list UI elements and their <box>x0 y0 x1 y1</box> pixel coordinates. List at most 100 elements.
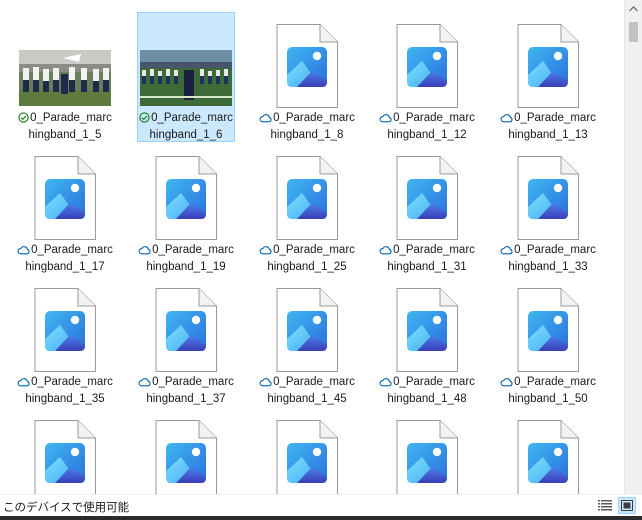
taskbar-strip <box>0 516 642 520</box>
scroll-thumb[interactable] <box>629 22 638 42</box>
thumbnail-area <box>138 17 234 115</box>
file-name-line2: hingband_1_45 <box>267 393 347 405</box>
file-item[interactable]: 0_Parade_marc hingband_1_31 <box>378 144 476 274</box>
file-item[interactable] <box>137 408 235 494</box>
file-item[interactable]: 0_Parade_marc hingband_1_6 <box>137 12 235 142</box>
image-file-icon <box>259 149 355 247</box>
file-item[interactable]: 0_Parade_marc hingband_1_12 <box>378 12 476 142</box>
file-item[interactable]: 0_Parade_marc hingband_1_48 <box>378 276 476 406</box>
file-item[interactable]: 0_Parade_marc hingband_1_13 <box>499 12 597 142</box>
scroll-up-button[interactable] <box>625 0 642 17</box>
cloud-icon <box>138 245 151 260</box>
file-name-line2: hingband_1_25 <box>267 261 347 273</box>
cloud-icon <box>259 377 272 392</box>
file-item[interactable] <box>258 408 356 494</box>
cloud-icon <box>500 377 513 392</box>
file-name: 0_Parade_marc hingband_1_48 <box>379 375 475 407</box>
cloud-icon <box>17 245 30 260</box>
file-item[interactable]: 0_Parade_marc hingband_1_37 <box>137 276 235 406</box>
cloud-icon <box>259 113 272 128</box>
file-name: 0_Parade_marc hingband_1_19 <box>138 243 234 275</box>
details-view-button[interactable] <box>596 497 614 514</box>
file-name-line2: hingband_1_33 <box>508 261 588 273</box>
image-file-icon <box>259 281 355 379</box>
image-file-icon <box>379 17 475 115</box>
file-item[interactable]: 0_Parade_marc hingband_1_8 <box>258 12 356 142</box>
file-name-text: 0_Parade_marc <box>514 376 596 388</box>
file-name-line2: hingband_1_50 <box>508 393 588 405</box>
file-view: 0_Parade_marc hingband_1_5 0_Parade_marc hi… <box>0 0 624 494</box>
file-name-text: 0_Parade_marc <box>273 112 355 124</box>
large-icons-view-icon <box>621 500 633 511</box>
chevron-up-icon <box>629 5 638 11</box>
file-name: 0_Parade_marc hingband_1_33 <box>500 243 596 275</box>
cloud-icon <box>379 113 392 128</box>
file-item[interactable] <box>16 408 114 494</box>
image-file-icon <box>259 17 355 115</box>
image-thumbnail <box>19 50 111 106</box>
image-file-icon <box>17 413 113 494</box>
status-bar: このデバイスで使用可能 <box>0 494 642 516</box>
file-name-line1: 0_Parade_marc <box>259 111 355 128</box>
file-name-line2: hingband_1_8 <box>270 129 344 141</box>
file-name-line1: 0_Parade_marc <box>500 375 596 392</box>
file-item[interactable]: 0_Parade_marc hingband_1_5 <box>16 12 114 142</box>
file-item[interactable] <box>499 408 597 494</box>
file-name-text: 0_Parade_marc <box>152 244 234 256</box>
file-item[interactable]: 0_Parade_marc hingband_1_25 <box>258 144 356 274</box>
file-item[interactable]: 0_Parade_marc hingband_1_50 <box>499 276 597 406</box>
file-name-line1: 0_Parade_marc <box>500 243 596 260</box>
file-item[interactable] <box>378 408 476 494</box>
file-name: 0_Parade_marc hingband_1_45 <box>259 375 355 407</box>
file-name-text: 0_Parade_marc <box>31 376 113 388</box>
file-name: 0_Parade_marc hingband_1_31 <box>379 243 475 275</box>
file-name-text: 0_Parade_marc <box>152 376 234 388</box>
large-icons-view-button[interactable] <box>618 497 636 514</box>
availability-status: このデバイスで使用可能 <box>3 502 130 514</box>
file-name-line2: hingband_1_19 <box>146 261 226 273</box>
cloud-icon <box>259 245 272 260</box>
file-name: 0_Parade_marc hingband_1_8 <box>259 111 355 143</box>
synced-check-icon <box>18 112 29 128</box>
image-file-icon <box>138 281 234 379</box>
file-item[interactable]: 0_Parade_marc hingband_1_33 <box>499 144 597 274</box>
file-name-text: 0_Parade_marc <box>273 376 355 388</box>
file-name-line1: 0_Parade_marc <box>17 243 113 260</box>
file-item[interactable]: 0_Parade_marc hingband_1_19 <box>137 144 235 274</box>
file-name-line2: hingband_1_31 <box>387 261 467 273</box>
file-name-line1: 0_Parade_marc <box>138 375 234 392</box>
file-name: 0_Parade_marc hingband_1_50 <box>500 375 596 407</box>
cloud-icon <box>500 113 513 128</box>
cloud-icon <box>500 245 513 260</box>
file-item[interactable]: 0_Parade_marc hingband_1_45 <box>258 276 356 406</box>
file-name: 0_Parade_marc hingband_1_6 <box>138 111 234 143</box>
file-name: 0_Parade_marc hingband_1_35 <box>17 375 113 407</box>
file-name-text: 0_Parade_marc <box>151 112 233 124</box>
file-name-line2: hingband_1_17 <box>25 261 105 273</box>
image-thumbnail <box>140 50 232 106</box>
file-name-line1: 0_Parade_marc <box>138 111 234 128</box>
file-name: 0_Parade_marc hingband_1_12 <box>379 111 475 143</box>
cloud-icon <box>379 377 392 392</box>
file-name-line1: 0_Parade_marc <box>138 243 234 260</box>
image-file-icon <box>17 149 113 247</box>
file-name-text: 0_Parade_marc <box>393 244 475 256</box>
file-name-line1: 0_Parade_marc <box>17 111 113 128</box>
cloud-icon <box>17 377 30 392</box>
image-file-icon <box>500 281 596 379</box>
file-name-text: 0_Parade_marc <box>31 244 113 256</box>
file-name-text: 0_Parade_marc <box>393 112 475 124</box>
file-name: 0_Parade_marc hingband_1_13 <box>500 111 596 143</box>
file-name-text: 0_Parade_marc <box>393 376 475 388</box>
file-name-line1: 0_Parade_marc <box>379 111 475 128</box>
file-name-line2: hingband_1_37 <box>146 393 226 405</box>
file-item[interactable]: 0_Parade_marc hingband_1_17 <box>16 144 114 274</box>
file-name-line2: hingband_1_6 <box>149 129 223 141</box>
file-name-line1: 0_Parade_marc <box>379 243 475 260</box>
file-name-line2: hingband_1_48 <box>387 393 467 405</box>
file-item[interactable]: 0_Parade_marc hingband_1_35 <box>16 276 114 406</box>
image-file-icon <box>500 413 596 494</box>
cloud-icon <box>379 245 392 260</box>
vertical-scrollbar[interactable] <box>624 0 642 494</box>
image-file-icon <box>379 281 475 379</box>
